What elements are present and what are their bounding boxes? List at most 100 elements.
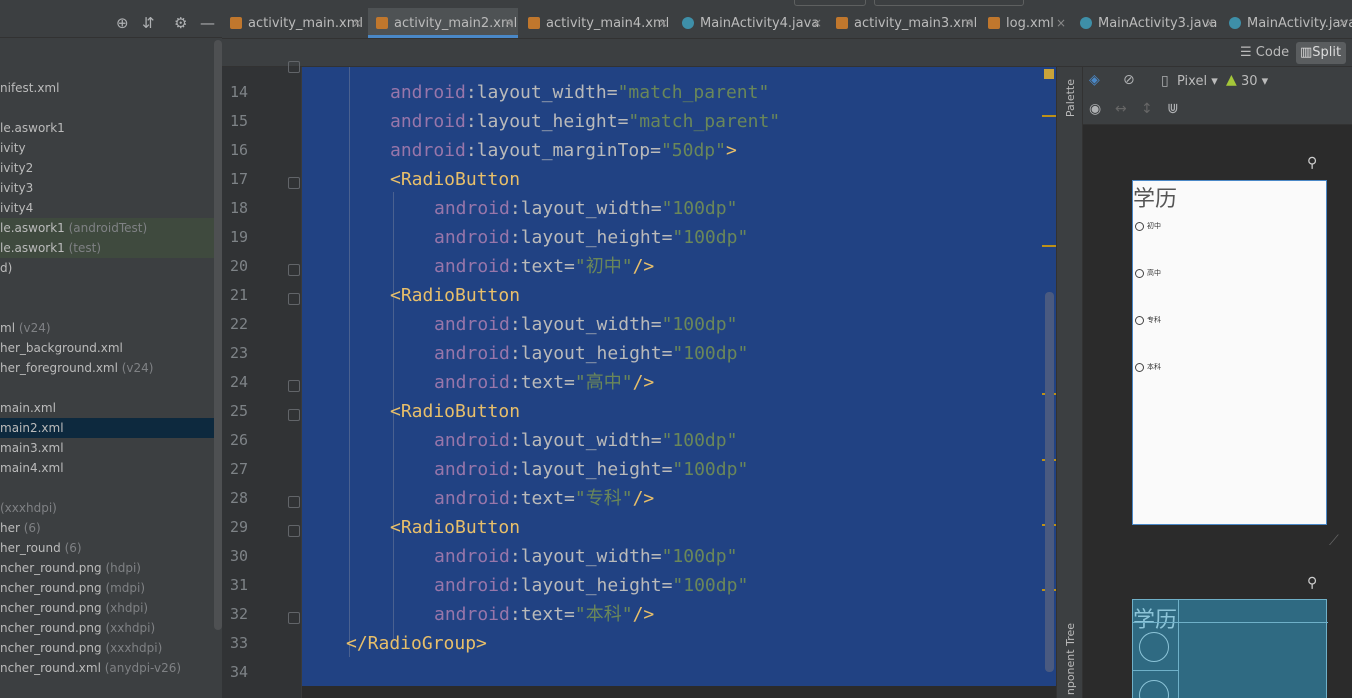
xml-namespace: android (434, 604, 510, 625)
tab-activity_main-xml[interactable]: activity_main.xml × (222, 8, 366, 38)
xml-value: "100dp" (661, 314, 738, 335)
fold-marker-icon[interactable] (288, 293, 300, 305)
horizontal-arrows-icon[interactable]: ↔ (1115, 101, 1127, 117)
top-toolbar-strip (0, 0, 1352, 8)
device-dropdown[interactable]: Pixel ▾ (1177, 74, 1218, 89)
tree-item[interactable]: ncher_round.png (xhdpi) (0, 598, 222, 618)
xml-attribute: :layout_width= (509, 430, 662, 451)
tree-item[interactable]: her_background.xml (0, 338, 222, 358)
fold-marker-icon[interactable] (288, 264, 300, 276)
tree-item[interactable] (0, 478, 222, 498)
stripe-mark[interactable] (1042, 245, 1056, 247)
tab-label: MainActivity4.java (700, 16, 820, 31)
tab-mainactivity4-java[interactable]: MainActivity4.java × (674, 8, 826, 38)
close-icon[interactable]: × (812, 8, 822, 39)
tree-item[interactable] (0, 98, 222, 118)
eye-icon[interactable]: ◉ (1089, 101, 1101, 117)
device-icon[interactable]: ▯ (1161, 73, 1169, 89)
tree-item[interactable]: d) (0, 258, 222, 278)
hide-icon[interactable]: — (200, 14, 215, 32)
tree-item[interactable]: (xxxhdpi) (0, 498, 222, 518)
tree-item[interactable]: ivity4 (0, 198, 222, 218)
api-level-dropdown[interactable]: 30 ▾ (1241, 74, 1268, 89)
device-selector-chip[interactable] (874, 0, 1024, 6)
tree-item[interactable]: le.aswork1 (test) (0, 238, 222, 258)
fold-marker-icon[interactable] (288, 177, 300, 189)
tree-item[interactable]: ivity3 (0, 178, 222, 198)
vertical-arrows-icon[interactable]: ↕ (1141, 101, 1153, 117)
tab-activity_main2-xml[interactable]: activity_main2.xml × (368, 8, 518, 38)
close-icon[interactable]: × (352, 8, 362, 39)
run-config-chip[interactable] (794, 0, 866, 6)
orientation-icon[interactable]: ⊘ (1123, 72, 1135, 88)
tree-item[interactable]: ncher_round.png (mdpi) (0, 578, 222, 598)
close-icon[interactable]: × (1338, 8, 1348, 39)
fold-marker-icon[interactable] (288, 496, 300, 508)
tree-item[interactable]: her_round (6) (0, 538, 222, 558)
tree-item[interactable]: main4.xml (0, 458, 222, 478)
fold-marker-icon[interactable] (288, 409, 300, 421)
editor-scrollbar[interactable] (1045, 292, 1054, 672)
fold-marker-icon[interactable] (288, 61, 300, 73)
line-number-gutter: 14 15 16 17 18 19 20 21 22 23 24 25 26 27 28 29 30 31 32 33… (222, 61, 302, 698)
stripe-mark[interactable] (1042, 115, 1056, 117)
xml-attribute: :layout_height= (509, 227, 673, 248)
split-view-button[interactable]: ▥Split (1296, 42, 1346, 64)
warning-indicator[interactable] (1044, 69, 1054, 79)
close-icon[interactable]: × (504, 8, 514, 39)
gear-icon[interactable]: ⚙ (174, 14, 187, 32)
tree-scrollbar[interactable] (214, 40, 222, 630)
tab-activity_main4-xml[interactable]: activity_main4.xml × (520, 8, 672, 38)
tree-item[interactable]: ivity2 (0, 158, 222, 178)
tree-item[interactable]: ml (v24) (0, 318, 222, 338)
xml-value: "100dp" (672, 575, 749, 596)
tree-item[interactable] (0, 378, 222, 398)
tree-item[interactable]: main.xml (0, 398, 222, 418)
blueprint-preview[interactable]: 学历 (1132, 599, 1328, 698)
resize-handle-icon[interactable]: ⟋ (1329, 533, 1339, 549)
tree-item-suffix: (xxhdpi) (101, 621, 156, 635)
blueprint-title: 学历 (1133, 608, 1178, 633)
close-icon[interactable]: × (1205, 8, 1215, 39)
tree-item[interactable]: le.aswork1 (androidTest) (0, 218, 222, 238)
tree-item[interactable]: ncher_round.xml (anydpi-v26) (0, 658, 222, 678)
tab-mainactivity3-java[interactable]: MainActivity3.java × (1072, 8, 1219, 38)
magnet-icon[interactable]: ⋓ (1167, 101, 1179, 117)
code-editor[interactable]: android:layout_width="match_parent" andro… (302, 67, 1056, 698)
device-preview[interactable]: 学历 初中 高中 专科 本科 (1132, 180, 1327, 525)
pin-icon-blueprint[interactable]: ⚲ (1307, 575, 1317, 591)
tree-item[interactable]: main2.xml (0, 418, 222, 438)
tab-log-xml[interactable]: log.xml × (980, 8, 1070, 38)
xml-attribute: :layout_height= (509, 575, 673, 596)
collapse-icon[interactable]: ⇵ (142, 14, 155, 32)
tree-item[interactable]: nifest.xml (0, 78, 222, 98)
tree-item[interactable]: ncher_round.png (xxhdpi) (0, 618, 222, 638)
layers-icon[interactable]: ◈ (1089, 72, 1100, 88)
xml-attribute: :layout_height= (509, 459, 673, 480)
close-icon[interactable]: × (964, 8, 974, 39)
component-tree-tab[interactable]: nponent Tree (1064, 623, 1077, 695)
tree-item[interactable]: main3.xml (0, 438, 222, 458)
tree-item[interactable] (0, 278, 222, 298)
tab-mainactivity-java[interactable]: MainActivity.java × (1221, 8, 1352, 38)
tree-item[interactable]: ncher_round.png (xxxhdpi) (0, 638, 222, 658)
line-number: 26 (229, 431, 248, 449)
tab-label: MainActivity.java (1247, 16, 1352, 31)
fold-marker-icon[interactable] (288, 612, 300, 624)
tree-item[interactable]: her (6) (0, 518, 222, 538)
tree-item[interactable]: her_foreground.xml (v24) (0, 358, 222, 378)
fold-marker-icon[interactable] (288, 525, 300, 537)
code-view-button[interactable]: ☰ Code (1240, 43, 1289, 63)
tree-item[interactable]: ivity (0, 138, 222, 158)
editor-tab-bar: activity_main.xml × activity_main2.xml × act… (222, 8, 1352, 39)
locate-icon[interactable]: ⊕ (116, 14, 129, 32)
tree-item[interactable]: le.aswork1 (0, 118, 222, 138)
fold-marker-icon[interactable] (288, 380, 300, 392)
palette-tab[interactable]: Palette (1064, 79, 1077, 117)
tree-item[interactable] (0, 298, 222, 318)
close-icon[interactable]: × (658, 8, 668, 39)
pin-icon[interactable]: ⚲ (1307, 155, 1317, 171)
tab-activity_main3-xml[interactable]: activity_main3.xml × (828, 8, 978, 38)
close-icon[interactable]: × (1056, 8, 1066, 39)
tree-item[interactable]: ncher_round.png (hdpi) (0, 558, 222, 578)
